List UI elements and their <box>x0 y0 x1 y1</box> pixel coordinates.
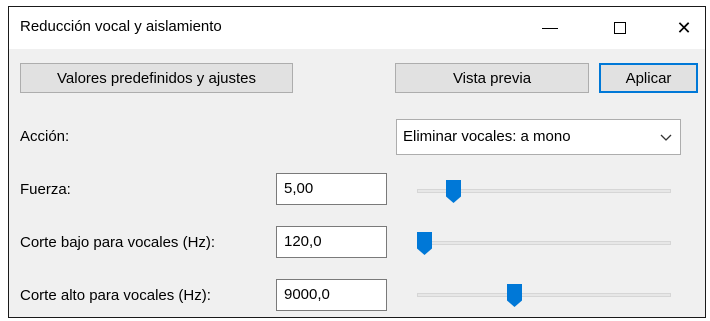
close-icon: ✕ <box>676 17 692 38</box>
low-cut-slider-track <box>417 241 671 245</box>
title-bar: Reducción vocal y aislamiento ✕ <box>9 7 705 49</box>
strength-slider-thumb[interactable] <box>446 180 461 203</box>
preview-button[interactable]: Vista previa <box>395 63 589 93</box>
high-cut-slider-thumb[interactable] <box>507 284 522 307</box>
close-button[interactable]: ✕ <box>661 7 705 49</box>
maximize-icon <box>614 22 626 34</box>
action-label: Acción: <box>20 128 70 145</box>
action-dropdown-value: Eliminar vocales: a mono <box>403 128 571 145</box>
window-title: Reducción vocal y aislamiento <box>20 18 222 35</box>
chevron-down-icon <box>660 134 672 141</box>
high-cut-slider[interactable] <box>417 284 671 307</box>
high-cut-label: Corte alto para vocales (Hz): <box>20 287 211 304</box>
low-cut-input[interactable]: 120,0 <box>276 226 387 258</box>
preview-button-label: Vista previa <box>452 69 532 87</box>
high-cut-input[interactable]: 9000,0 <box>276 279 387 311</box>
apply-button-label: Aplicar <box>625 69 672 87</box>
apply-button[interactable]: Aplicar <box>599 63 698 93</box>
strength-slider[interactable] <box>417 180 671 203</box>
effect-dialog-window: Reducción vocal y aislamiento ✕ Valores … <box>8 6 706 318</box>
presets-button-label: Valores predefinidos y ajustes <box>57 69 256 87</box>
maximize-button[interactable] <box>597 7 643 49</box>
low-cut-slider-thumb[interactable] <box>417 232 432 255</box>
minimize-button[interactable] <box>527 7 573 49</box>
strength-input[interactable]: 5,00 <box>276 173 387 205</box>
presets-and-settings-button[interactable]: Valores predefinidos y ajustes <box>20 63 293 93</box>
strength-label: Fuerza: <box>20 181 71 198</box>
action-dropdown[interactable]: Eliminar vocales: a mono <box>396 119 681 155</box>
low-cut-slider[interactable] <box>417 232 671 255</box>
low-cut-label: Corte bajo para vocales (Hz): <box>20 234 216 251</box>
minimize-icon <box>542 27 558 29</box>
high-cut-slider-track <box>417 293 671 297</box>
